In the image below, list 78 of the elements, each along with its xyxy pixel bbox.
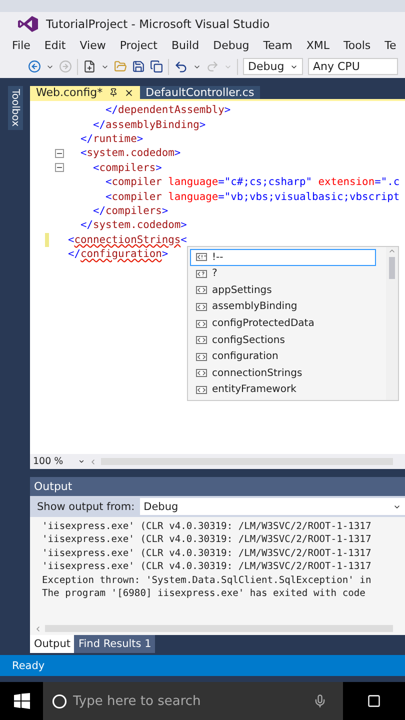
code-line: </configuration> [68, 248, 168, 260]
menu-item[interactable]: File [12, 38, 30, 52]
search-field[interactable]: Type here to search [43, 682, 343, 720]
scroll-left-icon[interactable] [34, 624, 42, 632]
zoom-dropdown[interactable]: 100 % [33, 456, 85, 467]
mic-icon[interactable] [313, 694, 327, 708]
pin-icon[interactable] [108, 88, 118, 97]
panel-tab[interactable]: Find Results 1 [74, 635, 156, 653]
code-line: <compiler language="vb;vbs;visualbasic;vbscript [104, 190, 400, 203]
completion-item[interactable]: !-- [190, 249, 376, 266]
file-tab[interactable]: Web.config* [30, 86, 140, 99]
toolbox-tab[interactable]: Toolbox [8, 86, 22, 130]
close-icon[interactable] [124, 88, 134, 98]
code-line: </system.codedom> [80, 219, 187, 232]
instruction-icon [196, 270, 207, 278]
back-icon[interactable] [28, 60, 41, 73]
scroll-up-icon[interactable] [388, 247, 396, 255]
log-line: 'iisexpress.exe' (CLR v4.0.30319: /LM/W3SVC/2/ROOT-1-1317 [42, 533, 372, 547]
element-icon [196, 386, 207, 394]
output-source-dropdown[interactable]: Debug [140, 498, 405, 515]
completion-item[interactable]: configProtectedData [190, 315, 384, 332]
element-icon [196, 320, 207, 328]
completion-item[interactable]: ? [190, 266, 384, 282]
completion-item[interactable]: configSections [190, 332, 384, 348]
new-file-icon[interactable] [83, 60, 96, 73]
window-title: TutorialProject - Microsoft Visual Studio [46, 16, 270, 30]
status-bar: Ready [0, 655, 405, 676]
undo-icon[interactable] [174, 60, 188, 74]
menu-item[interactable]: XML [306, 38, 330, 52]
menu-item[interactable]: View [80, 38, 106, 52]
windows-logo-icon [14, 693, 30, 709]
menu-item[interactable]: Edit [44, 38, 66, 52]
code-line: <system.codedom> [80, 147, 181, 160]
scroll-thumb[interactable] [389, 257, 395, 279]
platform-dropdown[interactable]: Any CPU [308, 58, 398, 75]
collapse-icon[interactable] [55, 163, 64, 172]
element-icon [196, 286, 207, 294]
menu-item[interactable]: Te [384, 38, 396, 52]
log-line: Exception thrown: 'System.Data.SqlClient.SqlException' in [42, 574, 372, 588]
element-icon [196, 369, 207, 378]
code-line: </compilers> [92, 204, 168, 217]
caret-icon [78, 458, 85, 465]
completion-item[interactable]: assemblyBinding [190, 298, 384, 316]
completion-item[interactable]: entityFramework [190, 382, 384, 398]
menu-item[interactable]: Build [171, 38, 200, 52]
code-line: <compiler language="c#;cs;csharp" extension=".c [104, 176, 400, 188]
log-line: The program '[6980] iisexpress.exe' has exited with code [42, 587, 366, 600]
element-icon [196, 336, 207, 344]
code-line: </runtime> [80, 132, 144, 145]
save-all-icon[interactable] [150, 60, 163, 73]
log-line: 'iisexpress.exe' (CLR v4.0.30319: /LM/W3SVC/2/ROOT-1-1317 [42, 560, 372, 574]
configuration-dropdown[interactable]: Debug [243, 58, 303, 75]
code-line: </assemblyBinding> [92, 118, 206, 131]
visual-studio-logo-icon [18, 16, 38, 32]
collapse-icon[interactable] [55, 148, 64, 158]
log-line: 'iisexpress.exe' (CLR v4.0.30319: /LM/W3SVC/2/ROOT-1-1317 [42, 520, 372, 534]
source-label: Show output from: [37, 500, 135, 512]
save-icon[interactable] [132, 60, 145, 73]
menu-item[interactable]: Tools [344, 38, 371, 52]
task-view-icon[interactable] [367, 694, 381, 708]
file-tab[interactable]: DefaultController.cs [140, 86, 260, 99]
comment-icon [196, 253, 207, 262]
element-icon [196, 302, 207, 311]
scroll-left-icon[interactable] [89, 458, 97, 466]
circle-icon [52, 694, 67, 708]
menu-item[interactable]: Project [120, 38, 158, 52]
code-line: <compilers> [92, 162, 162, 174]
completion-item[interactable]: appSettings [190, 282, 384, 299]
log-line: 'iisexpress.exe' (CLR v4.0.30319: /LM/W3SVC/2/ROOT-1-1317 [42, 546, 372, 560]
panel-tab[interactable]: Output [30, 635, 74, 653]
completion-item[interactable]: configuration [190, 348, 384, 365]
menu-item[interactable]: Debug [213, 38, 250, 52]
element-icon [196, 352, 207, 361]
menu-item[interactable]: Team [263, 38, 292, 52]
completion-item[interactable]: connectionStrings [190, 364, 384, 382]
code-line: <connectionStrings< [68, 234, 187, 246]
code-line: </dependentAssembly> [104, 104, 231, 116]
panel-title: Output [30, 477, 405, 496]
